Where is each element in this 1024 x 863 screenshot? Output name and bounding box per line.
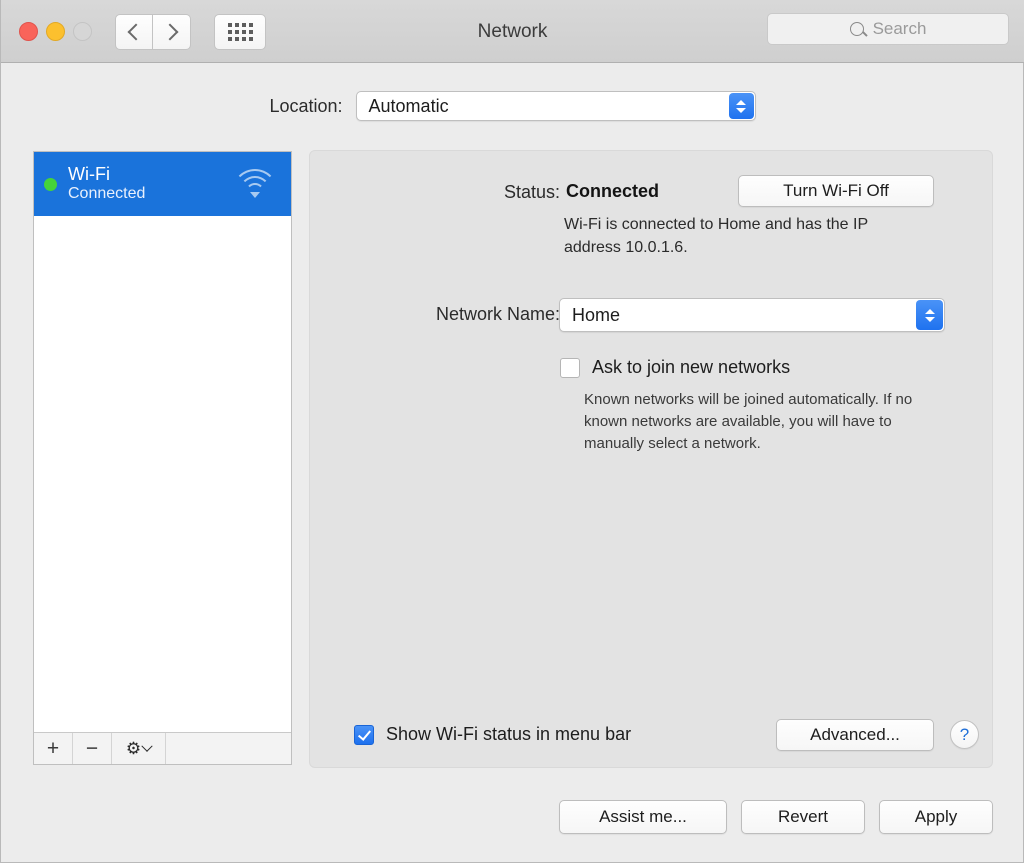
plus-icon: +	[46, 737, 60, 760]
service-actions-button[interactable]: ⚙	[112, 733, 166, 764]
ask-to-join-label: Ask to join new networks	[592, 357, 791, 377]
remove-service-button[interactable]: −	[73, 733, 112, 764]
location-select[interactable]: Automatic	[355, 91, 756, 121]
ask-to-join-checkbox-row[interactable]: Ask to join new networks	[560, 357, 790, 378]
sidebar-item-label: Wi-Fi	[68, 163, 110, 184]
assist-me-button[interactable]: Assist me...	[559, 800, 727, 834]
gear-icon: ⚙	[125, 739, 142, 758]
chevron-down-icon	[141, 740, 153, 752]
add-service-button[interactable]: +	[34, 733, 73, 764]
help-button[interactable]: ?	[950, 720, 979, 749]
network-name-select-value: Home	[572, 304, 621, 325]
apply-button[interactable]: Apply	[879, 800, 993, 834]
search-icon	[849, 22, 864, 36]
location-label: Location:	[269, 95, 343, 116]
ask-to-join-help-text: Known networks will be joined automatica…	[584, 391, 913, 452]
network-name-label: Network Name:	[435, 304, 560, 324]
wifi-icon	[232, 167, 278, 201]
sidebar-item-wifi[interactable]: Wi-Fi Connected	[34, 152, 291, 216]
status-value: Connected	[566, 181, 660, 201]
stepper-arrows-icon[interactable]	[728, 93, 754, 119]
location-select-value: Automatic	[368, 95, 449, 116]
search-input[interactable]: Search	[873, 19, 927, 39]
advanced-button[interactable]: Advanced...	[776, 719, 934, 751]
turn-wifi-off-button[interactable]: Turn Wi-Fi Off	[738, 175, 934, 207]
show-menu-bar-checkbox-row[interactable]: Show Wi-Fi status in menu bar	[354, 724, 631, 745]
ask-to-join-checkbox[interactable]	[560, 358, 580, 378]
window-footer: Assist me... Revert Apply	[1, 800, 1024, 840]
services-toolbar: + − ⚙	[34, 732, 291, 764]
services-sidebar: Wi-Fi Connected + − ⚙	[33, 151, 292, 765]
wifi-detail-panel: Status: Connected Wi-Fi is connected to …	[309, 150, 993, 768]
revert-button[interactable]: Revert	[741, 800, 865, 834]
window-titlebar: Network Search	[1, 0, 1024, 63]
show-menu-bar-checkbox[interactable]	[354, 725, 374, 745]
sidebar-item-status: Connected	[68, 185, 146, 203]
services-list: Wi-Fi Connected	[34, 152, 291, 732]
network-preferences-window: Network Search Location: Automatic Wi-Fi…	[0, 0, 1024, 863]
location-row: Location: Automatic	[1, 91, 1024, 121]
stepper-arrows-icon[interactable]	[916, 300, 943, 330]
show-menu-bar-label: Show Wi-Fi status in menu bar	[386, 724, 632, 744]
network-name-select[interactable]: Home	[559, 298, 945, 332]
status-dot-icon	[44, 177, 57, 191]
minus-icon: −	[85, 737, 99, 760]
status-label: Status:	[503, 182, 560, 202]
search-field[interactable]: Search	[767, 13, 1009, 45]
status-description: Wi-Fi is connected to Home and has the I…	[564, 216, 868, 256]
